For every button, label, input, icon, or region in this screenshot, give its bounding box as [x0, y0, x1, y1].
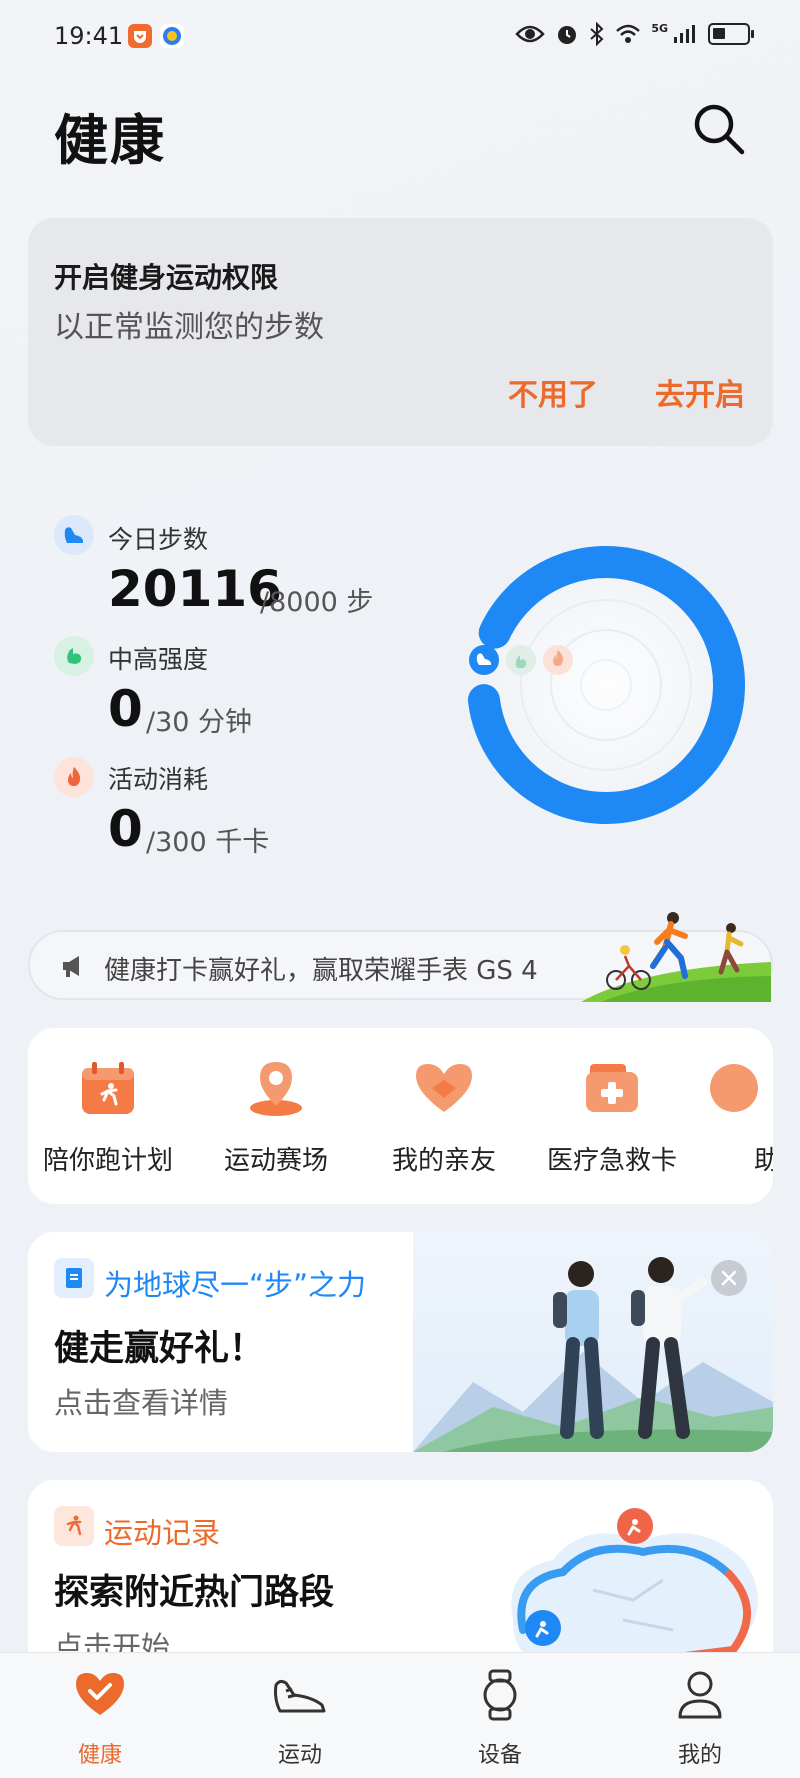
search-icon — [694, 104, 745, 155]
exercise-record-card[interactable]: 运动记录 探索附近热门路段 点击开始 — [28, 1480, 773, 1680]
promo-banner-text: 健康打卡赢好礼，赢取荣耀手表 GS 4 — [104, 956, 538, 986]
bottom-nav: 健康 运动 设备 我的 — [0, 1652, 800, 1778]
calendar-run-icon — [82, 1062, 134, 1114]
intensity-label: 中高强度 — [108, 645, 209, 674]
shortcuts-row: 陪你跑计划 运动赛场 我的亲友 医疗急救卡 助眠 — [28, 1028, 773, 1204]
shortcut-label: 我的亲友 — [391, 1146, 496, 1176]
watch-icon — [483, 1669, 517, 1721]
nav-tab-me[interactable]: 我的 — [600, 1653, 800, 1778]
calories-goal: /300 千卡 — [146, 827, 270, 858]
wifi-icon — [616, 24, 641, 43]
intensity-icon — [54, 636, 94, 676]
network-type: 5G — [651, 22, 668, 35]
promo-banner[interactable]: 健康打卡赢好礼，赢取荣耀手表 GS 4 — [28, 912, 773, 1002]
alarm-icon — [558, 26, 577, 44]
steps-value: 20116 — [108, 560, 282, 618]
medical-kit-icon — [586, 1064, 638, 1112]
location-pin-icon — [250, 1062, 302, 1116]
shortcut-sleep-aid[interactable]: 助眠 — [700, 1028, 773, 1204]
walk-card-tag: 为地球尽一“步”之力 — [104, 1268, 367, 1302]
nav-tab-health[interactable]: 健康 — [0, 1653, 200, 1778]
ring-calories-marker — [543, 645, 573, 675]
heart-icon — [416, 1064, 472, 1112]
status-icons: 5G — [515, 22, 754, 46]
runners-illustration — [581, 912, 771, 1002]
signal-icon — [674, 25, 695, 43]
activity-ring-chart — [466, 545, 746, 825]
bookmark-icon — [54, 1258, 94, 1298]
nav-label: 设备 — [477, 1743, 522, 1768]
shortcut-family[interactable]: 我的亲友 — [364, 1028, 524, 1204]
activity-ring[interactable] — [448, 530, 748, 830]
nav-label: 我的 — [677, 1743, 722, 1768]
steps-icon — [54, 515, 94, 555]
permission-card: 开启健身运动权限 以正常监测您的步数 不用了 去开启 — [28, 218, 773, 446]
bluetooth-icon — [590, 22, 604, 46]
close-button[interactable] — [711, 1260, 747, 1296]
app-notification-icon — [128, 24, 152, 48]
intensity-goal: /30 分钟 — [146, 707, 253, 738]
status-bar: 19:41 5G — [0, 0, 800, 76]
ring-intensity-marker — [506, 645, 536, 675]
ring-steps-marker — [469, 645, 499, 675]
calories-icon — [54, 757, 94, 797]
nav-tab-devices[interactable]: 设备 — [400, 1653, 600, 1778]
steps-label: 今日步数 — [108, 525, 209, 554]
dismiss-button[interactable]: 不用了 — [508, 370, 598, 414]
walk-card-title: 健走赢好礼！ — [54, 1329, 265, 1369]
status-time: 19:41 — [54, 22, 124, 50]
app-notification-icon-2 — [160, 24, 184, 48]
page-title: 健康 — [54, 109, 166, 172]
shortcut-running-plan[interactable]: 陪你跑计划 — [28, 1028, 188, 1204]
calories-value: 0 — [108, 800, 143, 858]
shortcut-label: 陪你跑计划 — [42, 1146, 173, 1176]
shortcut-label: 运动赛场 — [223, 1146, 328, 1176]
permission-subtitle: 以正常监测您的步数 — [54, 310, 324, 345]
megaphone-icon — [63, 956, 79, 977]
permission-title: 开启健身运动权限 — [54, 261, 279, 294]
shortcut-label: 助眠 — [754, 1146, 773, 1176]
sleep-icon — [710, 1064, 758, 1112]
walk-reward-card[interactable]: 为地球尽一“步”之力 健走赢好礼！ 点击查看详情 — [28, 1232, 773, 1452]
nav-label: 健康 — [77, 1743, 122, 1768]
intensity-value: 0 — [108, 680, 143, 738]
walk-card-subtitle: 点击查看详情 — [54, 1386, 229, 1420]
steps-goal: /8000 步 — [260, 587, 374, 618]
shortcut-label: 医疗急救卡 — [546, 1146, 677, 1176]
running-icon — [54, 1506, 94, 1546]
shortcut-sports-arena[interactable]: 运动赛场 — [196, 1028, 356, 1204]
route-map-illustration — [511, 1508, 758, 1664]
search-button[interactable] — [690, 100, 750, 160]
heart-icon — [76, 1673, 124, 1715]
eye-icon — [515, 25, 546, 43]
calories-label: 活动消耗 — [108, 765, 209, 794]
shortcut-medical-card[interactable]: 医疗急救卡 — [532, 1028, 692, 1204]
nav-tab-exercise[interactable]: 运动 — [200, 1653, 400, 1778]
record-card-title: 探索附近热门路段 — [54, 1573, 335, 1613]
sneaker-icon — [274, 1679, 326, 1713]
enable-permission-button[interactable]: 去开启 — [655, 370, 745, 414]
battery-icon — [708, 23, 754, 45]
user-icon — [678, 1671, 722, 1719]
record-card-tag: 运动记录 — [104, 1516, 221, 1550]
nav-label: 运动 — [277, 1743, 322, 1768]
close-icon — [721, 1270, 737, 1286]
